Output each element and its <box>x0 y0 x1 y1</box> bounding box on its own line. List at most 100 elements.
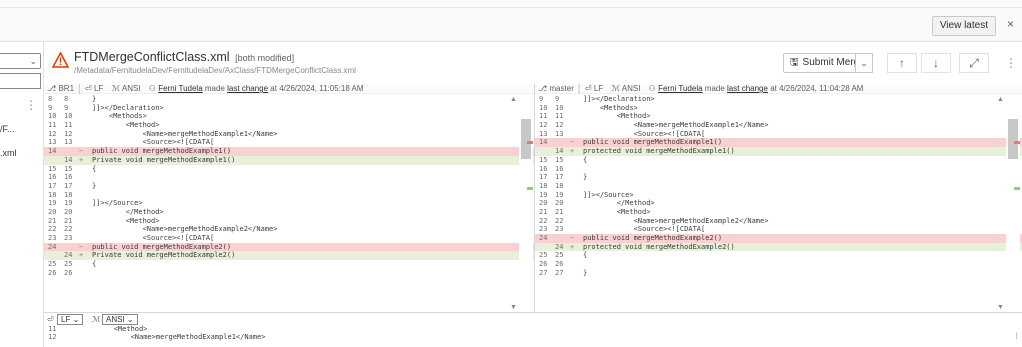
code-line[interactable]: 11 11 <Method> <box>44 121 534 130</box>
code-line[interactable]: 27 27} <box>535 269 1022 278</box>
code-line[interactable]: 23 23 <Source><![CDATA[ <box>44 234 534 243</box>
code-line-deleted[interactable]: 24 − public void mergeMethodExample2() <box>535 234 1022 243</box>
encoding: ANSI <box>121 84 141 93</box>
code-line[interactable]: 20 20 </Method> <box>535 199 1022 208</box>
code-line[interactable]: 25 25 { <box>535 251 1022 260</box>
scroll-down-icon[interactable]: ▼ <box>997 304 1004 311</box>
code-line[interactable]: 13 13 <Source><![CDATA[ <box>535 130 1022 139</box>
scroll-thumb[interactable] <box>1008 119 1018 159</box>
person-icon: ⚇ <box>148 84 156 93</box>
last-change-link[interactable]: last change <box>727 84 768 93</box>
code-line[interactable]: 16 16 <box>535 165 1022 174</box>
line-number: 17 <box>64 181 73 190</box>
line-number: 14 <box>539 138 548 147</box>
code-line[interactable]: 19 19]]></Source> <box>535 191 1022 200</box>
file-filter-input[interactable] <box>0 73 41 89</box>
line-number: 27 <box>539 268 548 277</box>
scroll-up-icon[interactable]: ▲ <box>997 96 1004 103</box>
chevron-down-icon: ⌄ <box>72 315 80 324</box>
code-line[interactable]: 18 18 <box>535 182 1022 191</box>
submit-options-dropdown[interactable]: ⌄ <box>855 53 873 73</box>
code-line[interactable]: 10 10 <Methods> <box>535 104 1022 113</box>
code-line-added[interactable]: 24 + Private void mergeMethodExample2() <box>44 251 534 261</box>
left-diff-pane[interactable]: ⎇ BR1 │ ⏎ LF ℳ ANSI ⚇ Ferni Tudela made la… <box>44 84 535 312</box>
line-number: 26 <box>555 260 564 269</box>
line-number: 16 <box>48 173 57 182</box>
code-line[interactable]: 23 23 <Source><![CDATA[ <box>535 225 1022 234</box>
scroll-up-icon[interactable]: ▲ <box>510 96 517 103</box>
code-text: protected void mergeMethodExample1() <box>583 147 735 156</box>
more-options-icon[interactable]: ⋮ <box>1005 56 1017 70</box>
scrollbar[interactable] <box>1006 95 1020 312</box>
line-number: 23 <box>48 234 57 242</box>
file-list-item[interactable]: .xml <box>0 148 17 158</box>
line-number: 14 <box>555 147 564 156</box>
code-line[interactable]: 17 17} <box>535 173 1022 182</box>
close-icon[interactable]: × <box>1007 17 1014 31</box>
code-line[interactable]: 12 12 <Name>mergeMethodExample1</Name> <box>535 121 1022 130</box>
code-line[interactable]: 22 22 <Name>mergeMethodExample2</Name> <box>44 225 534 234</box>
code-line[interactable]: 20 20 </Method> <box>44 208 534 217</box>
chevron-down-icon: ⌄ <box>29 56 37 66</box>
line-number: 15 <box>48 164 57 173</box>
author-link[interactable]: Ferni Tudela <box>158 84 202 93</box>
expand-button[interactable]: ⤢ <box>959 53 989 73</box>
code-line-deleted[interactable]: 24 − public void mergeMethodExample2() <box>44 242 534 252</box>
line-number: 9 <box>48 103 53 112</box>
line-number: 25 <box>555 251 564 260</box>
code-line[interactable]: 25 25 { <box>44 260 534 269</box>
view-latest-button[interactable]: View latest <box>931 16 996 36</box>
code-line[interactable]: 12 <Name>mergeMethodExample1</Name> <box>44 333 1022 341</box>
code-line[interactable]: 17 17} <box>44 182 534 191</box>
code-line-added[interactable]: 14 + protected void mergeMethodExample1() <box>535 147 1022 156</box>
code-line-deleted[interactable]: 14 − public void mergeMethodExample1() <box>44 147 534 156</box>
last-change-link[interactable]: last change <box>227 84 268 93</box>
line-number: 23 <box>64 234 73 242</box>
code-line[interactable]: 12 12 <Name>mergeMethodExample1</Name> <box>44 130 534 139</box>
line-number: 11 <box>48 325 57 333</box>
code-line[interactable]: 9 9]]></Declaration> <box>44 104 534 113</box>
scrollbar[interactable] <box>519 95 533 312</box>
code-line-added[interactable]: 14 + Private void mergeMethodExample1() <box>44 155 534 165</box>
result-pane[interactable]: 11 <Method> 12 <Name>mergeMethodExample1<… <box>44 325 1022 347</box>
right-diff-pane[interactable]: ⎇ master │ ⏎ LF ℳ ANSI ⚇ Ferni Tudela made… <box>535 84 1022 312</box>
code-line[interactable]: 15 15 { <box>535 156 1022 165</box>
line-number: 25 <box>539 251 548 260</box>
code-line-added[interactable]: 24 + protected void mergeMethodExample2() <box>535 242 1022 252</box>
code-line-deleted[interactable]: 14 − public void mergeMethodExample1() <box>535 138 1022 148</box>
previous-conflict-button[interactable]: ↑ <box>887 53 917 73</box>
code-line[interactable]: 16 16 <box>44 173 534 182</box>
code-line[interactable]: 10 10 <Methods> <box>44 112 534 121</box>
author-link[interactable]: Ferni Tudela <box>658 84 702 93</box>
more-options-icon[interactable]: ⁝ <box>1015 331 1018 342</box>
file-list-item[interactable]: /F... <box>0 124 15 134</box>
code-line[interactable]: 11 11 <Method> <box>535 112 1022 121</box>
code-line[interactable]: 11 <Method> <box>44 325 1022 333</box>
code-line[interactable]: 9 9]]></Declaration> <box>535 95 1022 104</box>
line-ending-select[interactable]: LF ⌄ <box>57 314 84 325</box>
code-line[interactable]: 15 15 { <box>44 165 534 174</box>
code-text: { <box>92 260 97 269</box>
code-line[interactable]: 26 26 <box>535 260 1022 269</box>
expand-icon: ⤢ <box>969 56 979 70</box>
more-options-icon[interactable]: ⋮ <box>25 98 37 112</box>
line-number: 9 <box>539 95 544 103</box>
scroll-down-icon[interactable]: ▼ <box>510 304 517 311</box>
next-conflict-button[interactable]: ↓ <box>921 53 951 73</box>
code-line[interactable]: 21 21 <Method> <box>44 217 534 226</box>
code-line[interactable]: 19 19]]></Source> <box>44 199 534 208</box>
line-number: 21 <box>64 216 73 225</box>
code-line[interactable]: 8 8} <box>44 95 534 104</box>
line-number: 10 <box>539 103 548 112</box>
branch-select[interactable]: ⌄ <box>0 53 41 69</box>
code-line[interactable]: 22 22 <Name>mergeMethodExample2</Name> <box>535 217 1022 226</box>
code-line[interactable]: 18 18 <box>44 191 534 200</box>
encoding-select[interactable]: ANSI ⌄ <box>102 314 138 325</box>
code-text: ]]></Declaration> <box>92 103 164 112</box>
code-line[interactable]: 21 21 <Method> <box>535 208 1022 217</box>
code-line[interactable]: 26 26 <box>44 269 534 278</box>
code-line[interactable]: 13 13 <Source><![CDATA[ <box>44 138 534 147</box>
code-text: } <box>92 95 97 103</box>
line-number: 9 <box>555 95 560 103</box>
scroll-thumb[interactable] <box>521 119 531 159</box>
